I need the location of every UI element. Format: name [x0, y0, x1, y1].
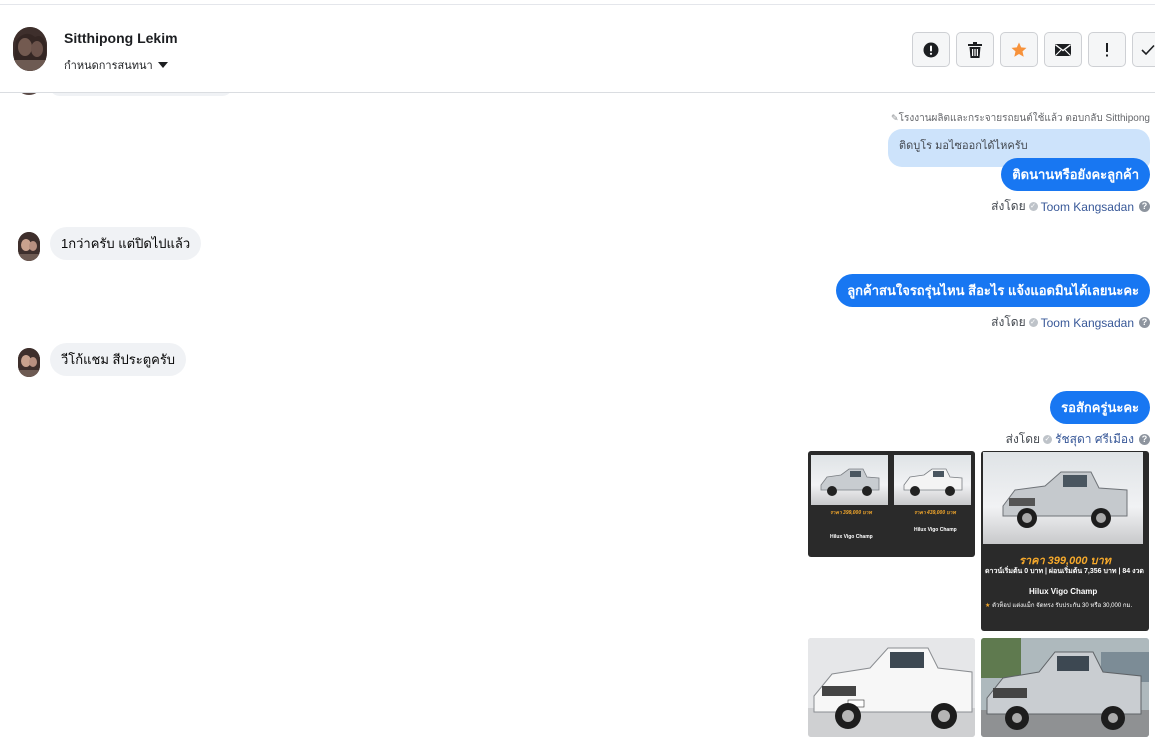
incoming-message[interactable]: วีโก้แชม สีประตูครับ: [50, 343, 187, 376]
car-photo: [811, 455, 888, 505]
incoming-message[interactable]: 1กว่าครับ แต่ปิดไปแล้ว: [50, 227, 202, 260]
sent-by-label: ส่งโดย: [1005, 432, 1041, 446]
pickup-truck-icon: [903, 468, 963, 496]
pickup-truck-icon: [1002, 471, 1128, 528]
verified-icon: ✓: [1043, 435, 1053, 444]
car-photo: [983, 452, 1143, 544]
message-thread[interactable]: ✎โรงงานผลิตและกระจายรถยนต์ใช้แล้ว ตอบกลั…: [0, 93, 1155, 737]
pickup-truck-icon: [820, 468, 880, 496]
verified-icon: ✓: [1028, 202, 1038, 211]
pickup-truck-icon: [981, 638, 1149, 737]
sent-by-label: ส่งโดย: [991, 199, 1026, 213]
alert-circle-icon: [923, 42, 939, 57]
outgoing-message[interactable]: รอสักครู่นะคะ: [1050, 391, 1150, 424]
conversation-actions: [912, 32, 1155, 67]
exclamation-icon: [1106, 42, 1108, 56]
avatar: [18, 93, 40, 95]
incoming-message: [50, 93, 232, 96]
envelope-icon: [1055, 43, 1071, 56]
pickup-truck-icon: [808, 638, 975, 737]
car-photo-image[interactable]: [981, 638, 1149, 737]
reply-arrow-icon: ✎: [891, 113, 899, 123]
assign-conversation-dropdown[interactable]: กำหนดการสนทนา: [64, 56, 168, 74]
follow-up-button[interactable]: [1088, 32, 1126, 67]
delete-button[interactable]: [956, 32, 994, 67]
spam-button[interactable]: [912, 32, 950, 67]
trash-icon: [968, 41, 982, 58]
check-icon: [1140, 44, 1155, 55]
price-label: ราคา 399,000 บาท: [830, 510, 872, 516]
star-icon: [1011, 42, 1027, 57]
contact-name[interactable]: Sitthipong Lekim: [64, 30, 178, 46]
conversation-header: Sitthipong Lekim กำหนดการสนทนา: [0, 5, 1155, 93]
sender-name[interactable]: Toom Kangsadan: [1041, 200, 1134, 214]
sent-by-line: ส่งโดย ✓ Toom Kangsadan ?: [991, 313, 1150, 332]
model-label: Hilux Vigo Champ: [914, 527, 957, 533]
help-icon[interactable]: ?: [1139, 317, 1150, 328]
contact-avatar-small[interactable]: [18, 348, 40, 377]
price-label: ราคา 439,000 บาท: [914, 510, 956, 516]
promo-text: ตัวท็อป แต่งแม็ก จัดทรง รับประกัน 30 หรื…: [992, 603, 1133, 609]
star-icon: ★: [985, 603, 991, 609]
verified-icon: ✓: [1028, 318, 1038, 327]
help-icon[interactable]: ?: [1139, 434, 1150, 445]
help-icon[interactable]: ?: [1139, 201, 1150, 212]
model-label: Hilux Vigo Champ: [830, 534, 873, 540]
outgoing-message[interactable]: ลูกค้าสนใจรถรุ่นไหน สีอะไร แจ้งแอดมินได้…: [836, 274, 1150, 307]
contact-avatar-small[interactable]: [18, 232, 40, 261]
car-photo-image[interactable]: [808, 638, 975, 737]
mark-unread-button[interactable]: [1044, 32, 1082, 67]
down-payment-label: ดาวน์เริ่มต้น 0 บาท | ผ่อนเริ่มต้น 7,356…: [985, 568, 1144, 575]
car-photo: [894, 455, 971, 505]
assign-label: กำหนดการสนทนา: [64, 60, 153, 72]
sent-by-label: ส่งโดย: [991, 315, 1026, 329]
contact-avatar[interactable]: [13, 27, 47, 71]
caret-down-icon: [157, 62, 168, 68]
outgoing-message[interactable]: ติดนานหรือยังคะลูกค้า: [1001, 158, 1150, 191]
sent-by-line: ส่งโดย ✓ Toom Kangsadan ?: [991, 197, 1150, 216]
star-button[interactable]: [1000, 32, 1038, 67]
done-button[interactable]: [1132, 32, 1155, 67]
reply-context: ✎โรงงานผลิตและกระจายรถยนต์ใช้แล้ว ตอบกลั…: [891, 111, 1150, 126]
sender-name[interactable]: Toom Kangsadan: [1041, 316, 1134, 330]
car-listing-image[interactable]: ราคา 399,000 บาท ดาวน์เริ่มต้น 0 บาท | ผ…: [981, 451, 1149, 631]
sender-name[interactable]: รัชสุดา ศรีเมือง: [1055, 430, 1134, 449]
car-listing-image[interactable]: ราคา 399,000 บาท ราคา 439,000 บาท Hilux …: [808, 451, 975, 557]
sent-by-line: ส่งโดย ✓ รัชสุดา ศรีเมือง ?: [1006, 430, 1150, 449]
model-label: Hilux Vigo Champ: [1029, 587, 1098, 596]
promo-label: ★ ตัวท็อป แต่งแม็ก จัดทรง รับประกัน 30 ห…: [985, 600, 1132, 610]
reply-context-text: โรงงานผลิตและกระจายรถยนต์ใช้แล้ว ตอบกลับ…: [898, 113, 1150, 124]
